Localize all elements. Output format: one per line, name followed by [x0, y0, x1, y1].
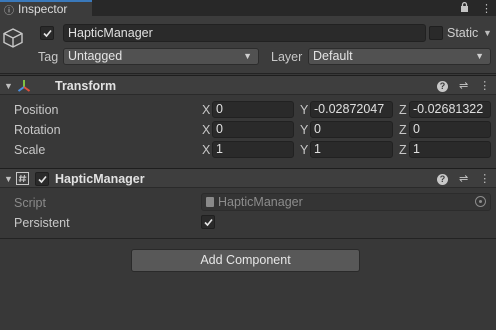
- axis-y-label[interactable]: Y: [300, 102, 308, 118]
- layer-dropdown[interactable]: Default ▼: [308, 48, 491, 65]
- help-icon[interactable]: ?: [437, 80, 448, 92]
- persistent-label: Persistent: [14, 216, 70, 230]
- active-checkbox[interactable]: [40, 26, 54, 40]
- rotation-x-field[interactable]: 0: [212, 121, 294, 138]
- scale-x-field[interactable]: 1: [212, 141, 294, 158]
- rotation-y-field[interactable]: 0: [310, 121, 393, 138]
- haptic-manager-title: HapticManager: [55, 172, 145, 186]
- tab-inspector[interactable]: ⓘ Inspector: [0, 0, 92, 17]
- transform-header-icons: ? ⇌ ⋮: [437, 77, 490, 95]
- chevron-down-icon: ▼: [475, 51, 484, 61]
- position-label: Position: [14, 103, 59, 117]
- scale-label: Scale: [14, 143, 46, 157]
- presets-sliders-icon[interactable]: ⇌: [459, 77, 468, 95]
- tab-label: Inspector: [18, 2, 68, 16]
- kebab-menu-icon[interactable]: ⋮: [481, 2, 492, 15]
- foldout-arrow-icon[interactable]: ▼: [4, 81, 13, 91]
- tab-bar-controls: ⋮: [460, 0, 492, 16]
- help-icon[interactable]: ?: [437, 173, 448, 185]
- script-file-icon: [206, 197, 214, 207]
- static-checkbox[interactable]: [429, 26, 443, 40]
- tag-dropdown[interactable]: Untagged ▼: [63, 48, 259, 65]
- axis-x-label[interactable]: X: [202, 122, 210, 138]
- axis-y-label[interactable]: Y: [300, 142, 308, 158]
- gameobject-cube-icon: [3, 28, 23, 48]
- script-label: Script: [14, 196, 46, 210]
- layer-label: Layer: [271, 50, 303, 64]
- object-name-input[interactable]: HapticManager: [63, 24, 426, 42]
- transform-title: Transform: [55, 79, 117, 93]
- component-enabled-checkbox[interactable]: [35, 172, 49, 186]
- axis-x-label[interactable]: X: [202, 102, 210, 118]
- tag-value: Untagged: [68, 49, 123, 63]
- info-icon: ⓘ: [4, 5, 14, 17]
- kebab-menu-icon[interactable]: ⋮: [479, 170, 490, 188]
- checkmark-icon: [203, 218, 213, 226]
- script-object-field: HapticManager: [201, 193, 491, 211]
- chevron-down-icon: ▼: [243, 51, 252, 61]
- scale-z-field[interactable]: 1: [409, 141, 491, 158]
- static-label: Static: [447, 26, 479, 40]
- transform-axes-icon: [17, 80, 31, 92]
- foldout-arrow-icon[interactable]: ▼: [4, 174, 13, 184]
- lock-icon[interactable]: [460, 1, 469, 15]
- checkmark-icon: [37, 175, 47, 183]
- presets-sliders-icon[interactable]: ⇌: [459, 170, 468, 188]
- axis-y-label[interactable]: Y: [300, 122, 308, 138]
- add-component-button[interactable]: Add Component: [131, 249, 360, 272]
- component-separator: [0, 238, 496, 239]
- object-picker-icon: [475, 196, 486, 207]
- script-value: HapticManager: [218, 195, 303, 209]
- axis-x-label[interactable]: X: [202, 142, 210, 158]
- axis-z-label[interactable]: Z: [399, 102, 407, 118]
- scale-y-field[interactable]: 1: [310, 141, 393, 158]
- checkmark-icon: [42, 29, 52, 37]
- static-dropdown-arrow-icon[interactable]: ▼: [483, 24, 492, 42]
- kebab-menu-icon[interactable]: ⋮: [479, 77, 490, 95]
- haptic-header-icons: ? ⇌ ⋮: [437, 170, 490, 188]
- rotation-label: Rotation: [14, 123, 61, 137]
- position-z-field[interactable]: -0.02681322: [409, 101, 491, 118]
- position-y-field[interactable]: -0.02872047: [310, 101, 393, 118]
- persistent-checkbox[interactable]: [201, 215, 215, 229]
- layer-value: Default: [313, 49, 353, 63]
- tag-label: Tag: [38, 50, 59, 64]
- axis-z-label[interactable]: Z: [399, 142, 407, 158]
- script-hash-icon: [16, 172, 29, 185]
- axis-z-label[interactable]: Z: [399, 122, 407, 138]
- rotation-z-field[interactable]: 0: [409, 121, 491, 138]
- position-x-field[interactable]: 0: [212, 101, 294, 118]
